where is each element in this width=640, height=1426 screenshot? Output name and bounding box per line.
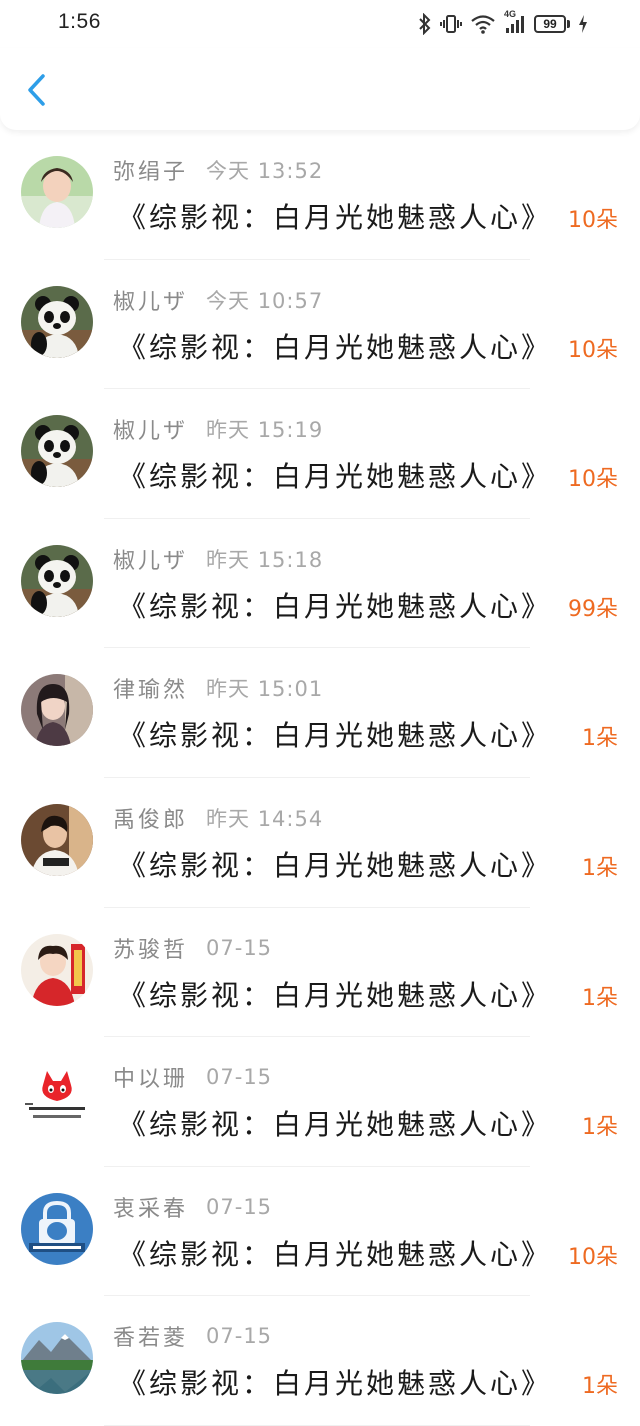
row-meta: 椒儿ザ 昨天 15:18 xyxy=(113,543,323,575)
gift-row[interactable]: 椒儿ザ 今天 10:57 《综影视：白月光她魅惑人心》 10朵 xyxy=(0,260,640,390)
row-meta: 香若菱 07-15 xyxy=(113,1320,272,1352)
panda-avatar[interactable] xyxy=(21,415,93,488)
gift-row[interactable]: 中以珊 07-15 《综影视：白月光她魅惑人心》 1朵 xyxy=(0,1037,640,1167)
flower-count: 1朵 xyxy=(582,726,618,752)
timestamp: 07-15 xyxy=(206,935,273,960)
gift-row[interactable]: 香若菱 07-15 《综影视：白月光她魅惑人心》 1朵 xyxy=(0,1296,640,1426)
gift-row[interactable]: 律瑜然 昨天 15:01 《综影视：白月光她魅惑人心》 1朵 xyxy=(0,648,640,778)
book-title[interactable]: 《综影视：白月光她魅惑人心》 xyxy=(118,1233,552,1273)
timestamp: 今天 10:57 xyxy=(206,288,324,313)
book-title[interactable]: 《综影视：白月光她魅惑人心》 xyxy=(118,844,552,884)
user-name[interactable]: 香若菱 xyxy=(113,1320,188,1352)
book-title[interactable]: 《综影视：白月光她魅惑人心》 xyxy=(118,974,552,1014)
signal-icon: 4G xyxy=(504,9,526,35)
boy-photo-avatar[interactable] xyxy=(21,803,93,876)
flower-count: 10朵 xyxy=(568,1244,618,1270)
gift-list: 弥绢子 今天 13:52 《综影视：白月光她魅惑人心》 10朵 椒儿ザ 今天 1… xyxy=(0,130,640,1426)
timestamp: 昨天 15:18 xyxy=(206,547,324,572)
gift-row[interactable]: 椒儿ザ 昨天 15:19 《综影视：白月光她魅惑人心》 10朵 xyxy=(0,389,640,519)
status-time: 1:56 xyxy=(58,10,101,33)
row-meta: 禹俊郎 昨天 14:54 xyxy=(113,802,323,834)
flower-count: 1朵 xyxy=(582,855,618,881)
chevron-left-icon xyxy=(26,73,46,111)
gift-row[interactable]: 弥绢子 今天 13:52 《综影视：白月光她魅惑人心》 10朵 xyxy=(0,130,640,260)
timestamp: 今天 13:52 xyxy=(206,159,324,183)
user-name[interactable]: 衷采春 xyxy=(113,1191,188,1223)
book-title[interactable]: 《综影视：白月光她魅惑人心》 xyxy=(118,585,552,625)
user-name[interactable]: 椒儿ザ xyxy=(113,284,188,316)
gift-row[interactable]: 椒儿ザ 昨天 15:18 《综影视：白月光她魅惑人心》 99朵 xyxy=(0,519,640,649)
flower-count: 99朵 xyxy=(568,596,618,622)
gift-row[interactable]: 禹俊郎 昨天 14:54 《综影视：白月光她魅惑人心》 1朵 xyxy=(0,778,640,908)
flower-count: 1朵 xyxy=(582,1374,618,1400)
timestamp: 昨天 15:01 xyxy=(206,677,324,702)
vibrate-icon xyxy=(440,13,462,35)
row-meta: 弥绢子 今天 13:52 xyxy=(113,154,323,186)
book-title[interactable]: 《综影视：白月光她魅惑人心》 xyxy=(118,1103,552,1143)
girl-photo-avatar[interactable] xyxy=(21,674,93,747)
row-meta: 律瑜然 昨天 15:01 xyxy=(113,672,323,704)
bulldog-lock-avatar[interactable] xyxy=(21,1192,93,1265)
back-button[interactable] xyxy=(18,70,54,114)
status-icons: 4G 99 xyxy=(418,9,588,36)
child-photo-avatar[interactable] xyxy=(21,156,93,228)
battery-level: 99 xyxy=(534,15,566,33)
user-name[interactable]: 椒儿ザ xyxy=(113,413,188,445)
user-name[interactable]: 中以珊 xyxy=(113,1061,188,1093)
row-meta: 椒儿ザ 今天 10:57 xyxy=(113,284,323,316)
status-bar: 1:56 4G 99 xyxy=(0,0,640,48)
user-name[interactable]: 律瑜然 xyxy=(113,672,188,704)
book-title[interactable]: 《综影视：白月光她魅惑人心》 xyxy=(118,714,552,754)
book-title[interactable]: 《综影视：白月光她魅惑人心》 xyxy=(118,196,552,236)
user-name[interactable]: 苏骏哲 xyxy=(113,932,188,964)
user-name[interactable]: 椒儿ザ xyxy=(113,543,188,575)
gift-row[interactable]: 衷采春 07-15 《综影视：白月光她魅惑人心》 10朵 xyxy=(0,1167,640,1297)
bluetooth-icon xyxy=(418,13,432,35)
charging-icon xyxy=(578,14,588,34)
timestamp: 07-15 xyxy=(206,1324,273,1349)
book-title[interactable]: 《综影视：白月光她魅惑人心》 xyxy=(118,1362,552,1402)
flower-count: 1朵 xyxy=(582,985,618,1011)
flower-count: 1朵 xyxy=(582,1115,618,1141)
timestamp: 昨天 15:19 xyxy=(206,418,324,443)
mountain-lake-avatar[interactable] xyxy=(21,1322,93,1395)
row-meta: 苏骏哲 07-15 xyxy=(113,932,272,964)
row-meta: 椒儿ザ 昨天 15:19 xyxy=(113,413,323,445)
row-meta: 中以珊 07-15 xyxy=(113,1061,272,1093)
network-type: 4G xyxy=(504,9,517,19)
red-fox-avatar[interactable] xyxy=(21,1063,93,1136)
user-name[interactable]: 禹俊郎 xyxy=(113,802,188,834)
panda-avatar[interactable] xyxy=(21,285,93,358)
flower-count: 10朵 xyxy=(568,467,618,493)
timestamp: 昨天 14:54 xyxy=(206,806,324,831)
timestamp: 07-15 xyxy=(206,1194,273,1219)
timestamp: 07-15 xyxy=(206,1065,273,1090)
book-title[interactable]: 《综影视：白月光她魅惑人心》 xyxy=(118,326,552,366)
festive-child-avatar[interactable] xyxy=(21,933,93,1006)
panda-avatar[interactable] xyxy=(21,544,93,617)
wifi-icon xyxy=(470,13,496,35)
row-meta: 衷采春 07-15 xyxy=(113,1191,272,1223)
user-name[interactable]: 弥绢子 xyxy=(113,154,188,186)
flower-count: 10朵 xyxy=(568,208,618,233)
battery-icon: 99 xyxy=(534,15,570,33)
flower-count: 10朵 xyxy=(568,337,618,363)
book-title[interactable]: 《综影视：白月光她魅惑人心》 xyxy=(118,455,552,495)
gift-row[interactable]: 苏骏哲 07-15 《综影视：白月光她魅惑人心》 1朵 xyxy=(0,908,640,1038)
header-bar xyxy=(0,48,640,130)
